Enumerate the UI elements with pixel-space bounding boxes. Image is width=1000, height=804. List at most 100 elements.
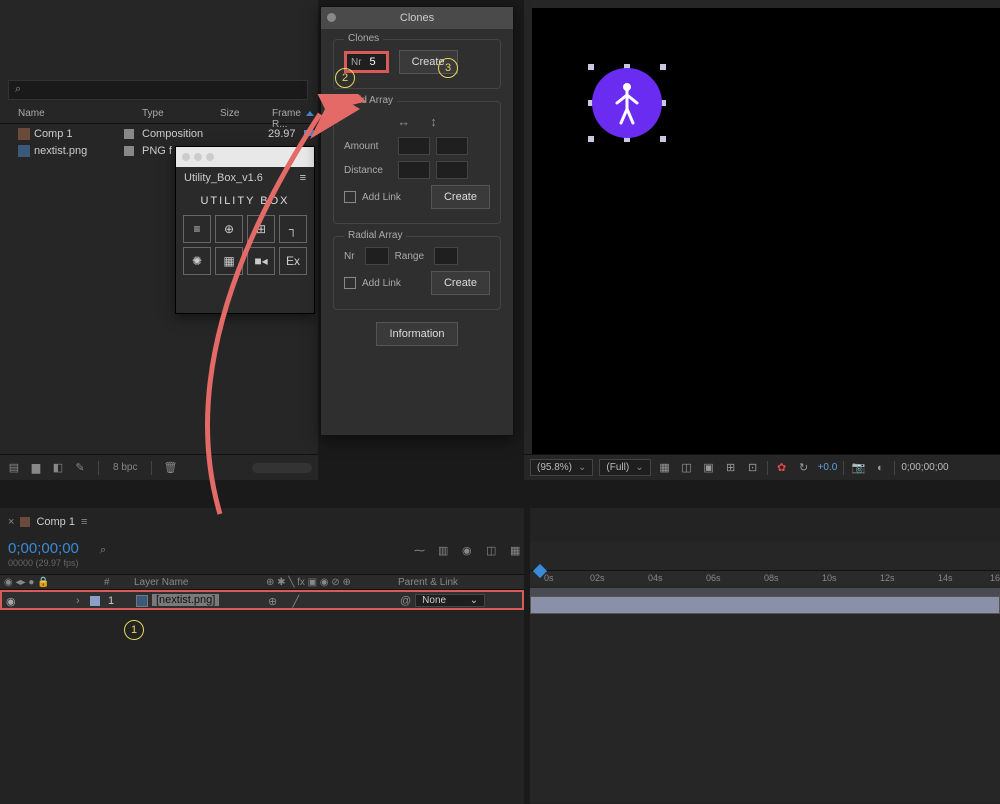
av-switches-icon[interactable]: ◉ ◂▸ ● 🔒: [4, 577, 50, 588]
addlink-checkbox[interactable]: [344, 191, 356, 203]
snapshot-icon[interactable]: 📷: [850, 460, 866, 476]
viewer-canvas[interactable]: [532, 8, 1000, 454]
exposure-value[interactable]: +0.0: [818, 462, 838, 473]
layer-bar[interactable]: [530, 596, 1000, 614]
item-fps: 29.97: [268, 128, 296, 140]
project-search[interactable]: ⌕: [8, 80, 308, 100]
work-area-bar[interactable]: [530, 588, 1000, 596]
mask-icon[interactable]: ◫: [679, 460, 695, 476]
image-icon: [18, 145, 30, 157]
traffic-light-icon[interactable]: [206, 153, 214, 161]
distance-y-input[interactable]: [436, 161, 468, 179]
distance-x-input[interactable]: [398, 161, 430, 179]
util-btn-7[interactable]: Ex: [279, 247, 307, 275]
col-layer-name[interactable]: Layer Name: [134, 577, 188, 588]
layer-switches[interactable]: ⊕ ╱: [268, 595, 299, 608]
timeline-graph[interactable]: 0s 02s 04s 06s 08s 10s 12s 14s 16: [530, 542, 1000, 802]
information-button[interactable]: Information: [376, 322, 457, 346]
playhead[interactable]: [535, 566, 545, 580]
label-swatch[interactable]: [124, 146, 134, 156]
traffic-light-icon[interactable]: [194, 153, 202, 161]
composition-viewer: (95.8%)⌄ (Full)⌄ ▦ ◫ ▣ ⊞ ⊡ ✿ ↻ +0.0 📷 ◐ …: [524, 0, 1000, 480]
amount-y-input[interactable]: [436, 137, 468, 155]
col-parent[interactable]: Parent & Link: [398, 577, 458, 588]
bit-depth[interactable]: 8 bpc: [113, 462, 137, 473]
amount-x-input[interactable]: [398, 137, 430, 155]
util-btn-3[interactable]: ┐: [279, 215, 307, 243]
clones-section: Clones Nr 5 Create: [333, 39, 501, 89]
col-index[interactable]: #: [104, 577, 110, 588]
resolution-dropdown[interactable]: (Full)⌄: [599, 459, 650, 476]
interpret-icon[interactable]: ◧: [50, 460, 66, 476]
util-btn-1[interactable]: ⊕: [215, 215, 243, 243]
folder-icon[interactable]: ▆: [28, 460, 44, 476]
preview-timecode[interactable]: 0;00;00;00: [901, 462, 948, 473]
util-btn-4[interactable]: ✺: [183, 247, 211, 275]
nextist-image[interactable]: [592, 68, 662, 138]
close-dot-icon[interactable]: [327, 13, 336, 22]
util-btn-5[interactable]: ▦: [215, 247, 243, 275]
color-mgmt-icon[interactable]: ✿: [774, 460, 790, 476]
transparency-grid-icon[interactable]: ▦: [657, 460, 673, 476]
pickwhip-icon[interactable]: @: [400, 595, 411, 607]
col-type[interactable]: Type: [142, 108, 164, 119]
util-btn-2[interactable]: ⊞: [247, 215, 275, 243]
grid-icon[interactable]: ⊞: [723, 460, 739, 476]
label-swatch[interactable]: [124, 129, 134, 139]
show-snapshot-icon[interactable]: ◐: [872, 460, 888, 476]
panel-divider[interactable]: [524, 508, 530, 804]
nr-value[interactable]: 5: [364, 56, 382, 68]
timeline-search[interactable]: ⌕: [100, 544, 160, 560]
twirl-icon[interactable]: ›: [76, 595, 80, 607]
parent-dropdown[interactable]: None⌄: [415, 594, 485, 607]
layer-index: 1: [108, 595, 114, 607]
range-input[interactable]: [434, 247, 458, 265]
addlink-checkbox[interactable]: [344, 277, 356, 289]
selection-handle[interactable]: [588, 64, 594, 70]
selection-handle[interactable]: [588, 136, 594, 142]
label-swatch[interactable]: [90, 596, 100, 606]
reset-exposure-icon[interactable]: ↻: [796, 460, 812, 476]
create-radial-button[interactable]: Create: [431, 271, 490, 295]
col-name[interactable]: Name: [18, 108, 45, 119]
visibility-icon[interactable]: ◉: [6, 595, 16, 608]
guides-icon[interactable]: ⊡: [745, 460, 761, 476]
panel-menu-icon[interactable]: ≡: [300, 172, 306, 184]
selection-handle[interactable]: [660, 64, 666, 70]
col-switches-icons[interactable]: ⊕ ✱ ╲ fx ▣ ◉ ⊘ ⊕: [266, 577, 351, 588]
chevron-down-icon: ⌄: [470, 595, 478, 606]
current-timecode[interactable]: 0;00;00;00: [8, 540, 79, 557]
layer-name[interactable]: [nextist.png]: [152, 594, 219, 606]
panel-menu-icon[interactable]: ≡: [81, 516, 87, 528]
shy-icon[interactable]: ⁓: [414, 544, 430, 560]
selection-handle[interactable]: [660, 136, 666, 142]
panel-tab[interactable]: Utility_Box_v1.6 ≡: [176, 167, 314, 189]
graph-editor-icon[interactable]: ◫: [486, 544, 502, 560]
create-grid-button[interactable]: Create: [431, 185, 490, 209]
layer-row[interactable]: ◉ › 1 [nextist.png] ⊕ ╱ @ None⌄: [0, 590, 524, 610]
addlink-label: Add Link: [362, 192, 401, 203]
radial-nr-input[interactable]: [365, 247, 389, 265]
time-ruler[interactable]: 0s 02s 04s 06s 08s 10s 12s 14s 16: [530, 570, 1000, 586]
panel-titlebar[interactable]: [176, 147, 314, 167]
trash-icon[interactable]: 🗑: [162, 460, 178, 476]
separator: [894, 461, 895, 475]
motion-blur-icon[interactable]: ◉: [462, 544, 478, 560]
zoom-dropdown[interactable]: (95.8%)⌄: [530, 459, 593, 476]
timeline-tab[interactable]: × Comp 1 ≡: [8, 516, 87, 528]
traffic-light-icon[interactable]: [182, 153, 190, 161]
radial-array-section: Radial Array Nr Range Add Link Create: [333, 236, 501, 310]
roi-icon[interactable]: ▣: [701, 460, 717, 476]
util-btn-0[interactable]: ≡: [183, 215, 211, 243]
col-size[interactable]: Size: [220, 108, 239, 119]
flowchart-icon[interactable]: ▤: [6, 460, 22, 476]
clones-titlebar[interactable]: Clones: [321, 7, 513, 29]
panel-divider[interactable]: [0, 480, 1000, 508]
pencil-icon[interactable]: ✎: [72, 460, 88, 476]
thumbnail-slider[interactable]: [252, 463, 312, 473]
util-btn-6[interactable]: ■◂: [247, 247, 275, 275]
composition-icon: [20, 517, 30, 527]
frame-blend-icon[interactable]: ▥: [438, 544, 454, 560]
close-tab-icon[interactable]: ×: [8, 516, 14, 528]
project-item-comp[interactable]: Comp 1 Composition 29.97: [0, 126, 318, 143]
